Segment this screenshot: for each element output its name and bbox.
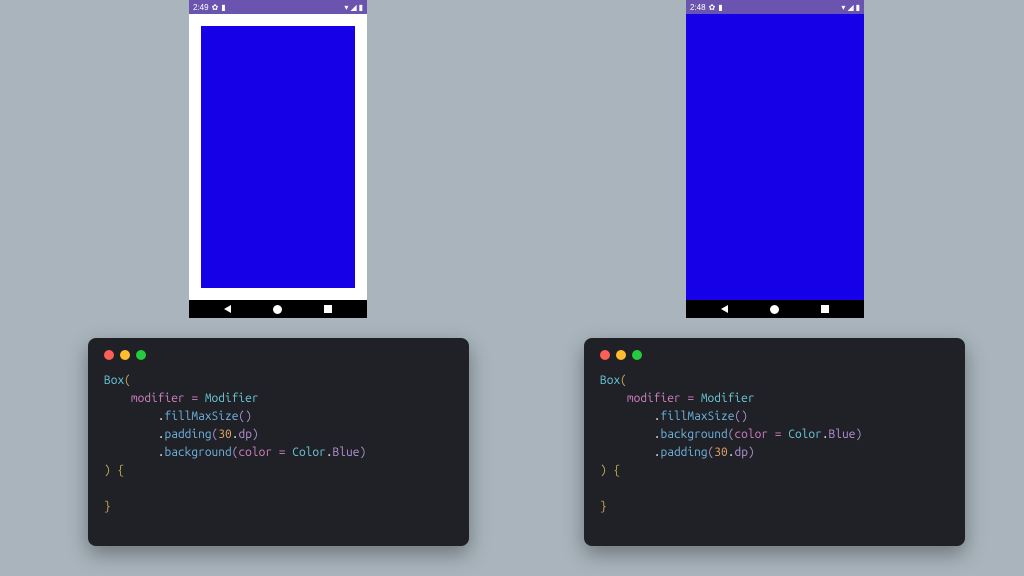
code-token: ) (252, 428, 259, 441)
signal-icon: ◢ (350, 3, 356, 12)
minimize-icon (120, 350, 130, 360)
wifi-icon: ▾ (841, 3, 845, 12)
phone-mockup-right: 2:48 ✿ ▮ ▾ ◢ ▮ (686, 0, 864, 318)
battery-icon: ▮ (856, 3, 860, 12)
code-token: } (600, 500, 607, 513)
code-token: Box (600, 374, 620, 387)
gear-icon: ✿ (709, 3, 716, 12)
code-token: modifier (627, 392, 681, 405)
code-token: padding (661, 446, 708, 459)
blue-box (686, 14, 864, 300)
code-token: fillMaxSize (661, 410, 735, 423)
code-token: . (158, 446, 165, 459)
code-token: { (607, 464, 620, 477)
code-token: . (158, 410, 165, 423)
minimize-icon (616, 350, 626, 360)
home-icon (273, 305, 282, 314)
code-token: background (165, 446, 232, 459)
code-token: ) (600, 464, 607, 477)
code-token: () (238, 410, 251, 423)
close-icon (104, 350, 114, 360)
code-token: padding (165, 428, 212, 441)
code-token: . (654, 410, 661, 423)
code-token: () (734, 410, 747, 423)
signal-icon: ◢ (847, 3, 853, 12)
code-token: ) (748, 446, 755, 459)
code-token: fillMaxSize (165, 410, 239, 423)
code-token: 30 (218, 428, 231, 441)
code-token: = (272, 446, 292, 459)
code-token: . (158, 428, 165, 441)
code-token: } (104, 500, 111, 513)
app-content-area (686, 14, 864, 300)
recents-icon (324, 305, 332, 313)
code-token: ( (124, 374, 131, 387)
code-token: . (822, 428, 829, 441)
code-token: Box (104, 374, 124, 387)
blue-box (201, 26, 355, 288)
code-token: Blue (333, 446, 360, 459)
code-token: Modifier (205, 392, 259, 405)
window-controls (104, 350, 453, 360)
phone-mockup-left: 2:49 ✿ ▮ ▾ ◢ ▮ (189, 0, 367, 318)
code-token: . (654, 428, 661, 441)
code-token: background (661, 428, 728, 441)
code-token: Color (788, 428, 822, 441)
code-token: . (326, 446, 333, 459)
code-token: ) (359, 446, 366, 459)
code-block: Box( modifier = Modifier .fillMaxSize() … (600, 372, 949, 516)
code-block: Box( modifier = Modifier .fillMaxSize() … (104, 372, 453, 516)
navigation-bar (686, 300, 864, 318)
code-token: dp (734, 446, 747, 459)
code-token: Color (292, 446, 326, 459)
code-token: = (768, 428, 788, 441)
code-snippet-left: Box( modifier = Modifier .fillMaxSize() … (88, 338, 469, 546)
battery-icon: ▮ (359, 3, 363, 12)
code-token: Blue (829, 428, 856, 441)
code-snippet-right: Box( modifier = Modifier .fillMaxSize() … (584, 338, 965, 546)
code-token: modifier (131, 392, 185, 405)
code-token: color (238, 446, 272, 459)
close-icon (600, 350, 610, 360)
code-token: ) (104, 464, 111, 477)
code-token: 30 (714, 446, 727, 459)
status-bar: 2:48 ✿ ▮ ▾ ◢ ▮ (686, 0, 864, 14)
recents-icon (821, 305, 829, 313)
status-time: 2:48 (690, 3, 706, 12)
status-time: 2:49 (193, 3, 209, 12)
code-token: ) (855, 428, 862, 441)
code-token: { (111, 464, 124, 477)
back-icon (224, 305, 231, 313)
status-bar: 2:49 ✿ ▮ ▾ ◢ ▮ (189, 0, 367, 14)
maximize-icon (632, 350, 642, 360)
code-token: . (654, 446, 661, 459)
app-content-area (189, 14, 367, 300)
code-token: = (681, 392, 701, 405)
code-token: dp (238, 428, 251, 441)
home-icon (770, 305, 779, 314)
code-token: ( (620, 374, 627, 387)
code-token: color (734, 428, 768, 441)
window-controls (600, 350, 949, 360)
gear-icon: ✿ (212, 3, 219, 12)
code-token: = (185, 392, 205, 405)
code-token: Modifier (701, 392, 755, 405)
maximize-icon (136, 350, 146, 360)
wifi-icon: ▾ (344, 3, 348, 12)
bug-icon: ▮ (221, 3, 225, 12)
bug-icon: ▮ (718, 3, 722, 12)
back-icon (721, 305, 728, 313)
navigation-bar (189, 300, 367, 318)
